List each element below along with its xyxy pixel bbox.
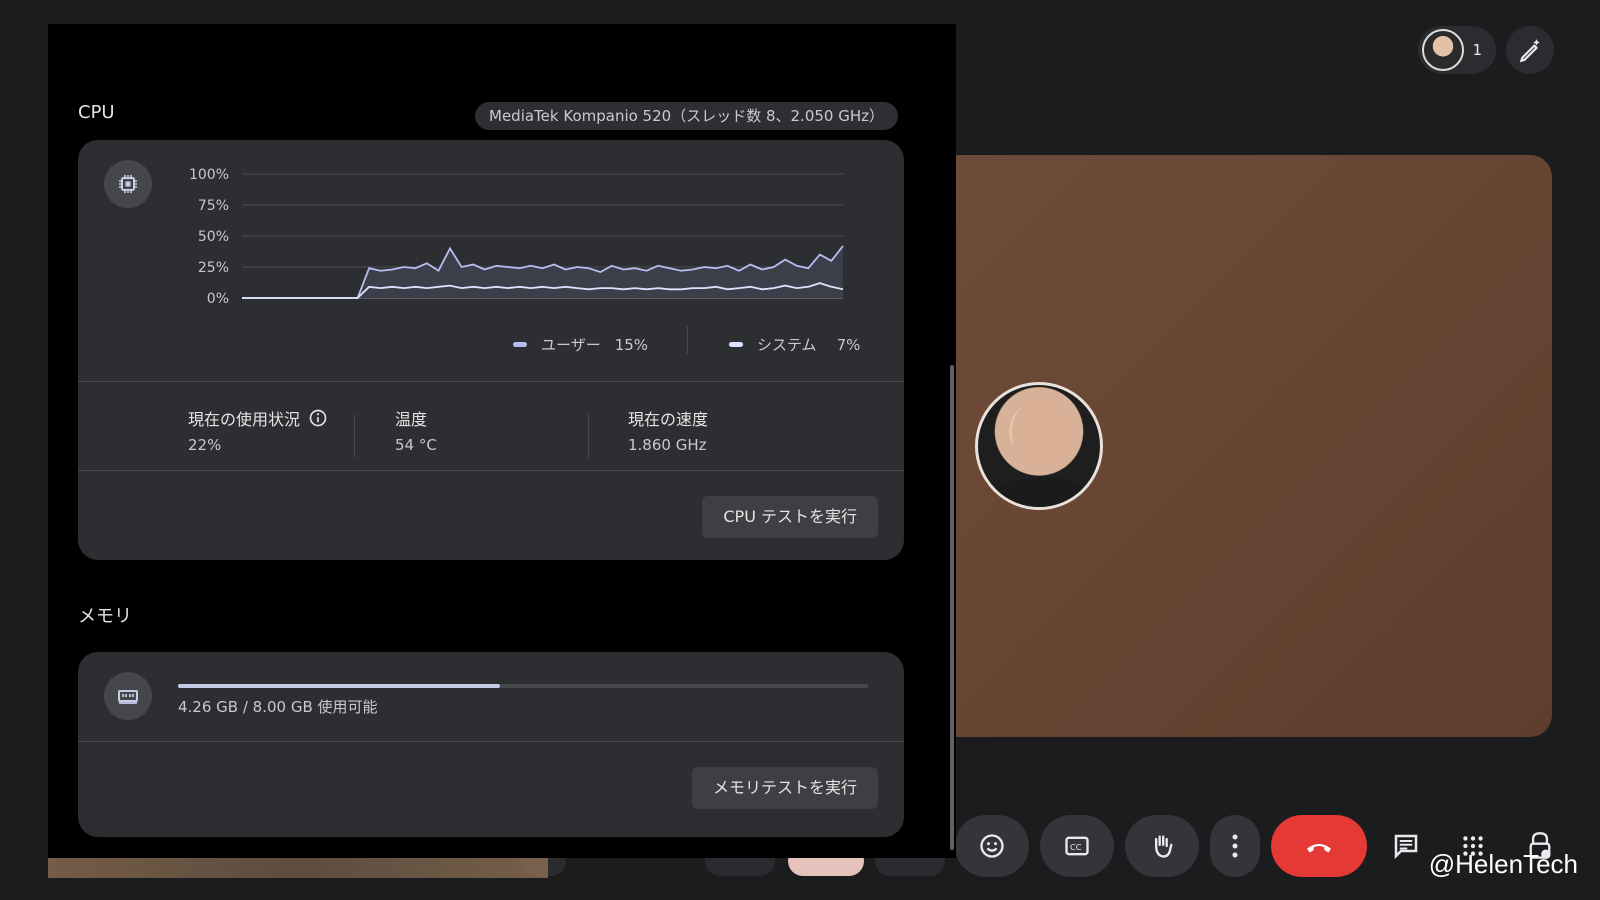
run-cpu-test-button[interactable]: CPU テストを実行 — [702, 496, 878, 538]
participant-avatar — [975, 382, 1103, 510]
memory-section-title: メモリ — [78, 606, 132, 627]
more-vert-icon — [1232, 834, 1238, 858]
chart-y-tick-label: 25% — [198, 260, 229, 276]
memory-chip-icon — [118, 690, 138, 704]
legend-system-value: 7% — [836, 335, 861, 354]
memory-usage-bar-fill — [178, 684, 501, 688]
hang-up-icon — [1307, 844, 1331, 853]
more-options-button[interactable] — [1210, 815, 1260, 877]
stat-temp-label: 温度 — [395, 410, 428, 429]
visual-effects-button[interactable] — [1506, 26, 1554, 74]
hand-icon — [1155, 835, 1173, 858]
stat-speed: 現在の速度 1.860 GHz — [628, 406, 708, 454]
legend-divider — [687, 326, 688, 354]
emoji-icon — [980, 834, 1004, 858]
chart-y-tick-label: 100% — [189, 167, 229, 183]
stat-divider — [354, 414, 355, 458]
participant-mini-avatar — [1422, 29, 1465, 71]
legend-system-label: システム — [757, 336, 817, 354]
chart-y-tick-label: 50% — [198, 229, 229, 245]
chat-icon — [1394, 834, 1418, 860]
legend-system-swatch — [729, 342, 743, 347]
cpu-section-title: CPU — [78, 102, 115, 123]
cpu-card-divider — [78, 470, 904, 471]
legend-user: ユーザー 15% — [513, 334, 648, 355]
participant-count: 1 — [1472, 41, 1482, 59]
legend-user-label: ユーザー — [541, 336, 601, 354]
stat-speed-label: 現在の速度 — [628, 410, 709, 429]
chart-y-tick-label: 0% — [207, 291, 229, 307]
stat-temperature: 温度 54 °C — [395, 406, 437, 454]
magic-pencil-icon — [1519, 39, 1540, 63]
stat-divider — [588, 414, 589, 458]
diagnostics-panel: CPU MediaTek Kompanio 520（スレッド数 8、2.050 … — [48, 24, 956, 858]
chart-y-tick-label: 75% — [198, 198, 229, 214]
participants-button[interactable]: 1 — [1418, 26, 1496, 74]
stat-usage: 現在の使用状況 22% — [188, 406, 328, 454]
leave-call-button[interactable] — [1271, 815, 1367, 877]
legend-user-value: 15% — [614, 335, 649, 354]
self-video-strip — [48, 858, 548, 878]
run-memory-test-button[interactable]: メモリテストを実行 — [691, 767, 878, 809]
stat-usage-value: 22% — [188, 436, 222, 454]
memory-card-divider — [78, 741, 904, 742]
chat-button[interactable] — [1378, 815, 1434, 877]
stat-temp-value: 54 °C — [395, 436, 437, 454]
legend-user-swatch — [513, 342, 527, 347]
closed-captions-icon: CC — [1065, 836, 1089, 856]
raise-hand-button[interactable] — [1125, 815, 1199, 877]
cpu-card-divider — [78, 381, 904, 382]
reactions-button[interactable] — [955, 815, 1029, 877]
chart-user-area — [242, 245, 843, 298]
cpu-card: 100% 75% 50% 25% 0% ユーザー 15% システム 7% 現在の使用状況… — [78, 140, 904, 560]
legend-system: システム 7% — [729, 334, 860, 355]
memory-usage-bar — [178, 684, 868, 688]
memory-usage-text: 4.26 GB / 8.00 GB 使用可能 — [178, 698, 378, 716]
stat-speed-value: 1.860 GHz — [628, 436, 707, 454]
cpu-usage-chart: 100% 75% 50% 25% 0% — [189, 167, 844, 307]
info-icon[interactable] — [308, 408, 328, 428]
memory-card-icon-wrap — [104, 672, 152, 720]
panel-scrollbar[interactable] — [950, 365, 954, 850]
captions-button[interactable]: CC — [1040, 815, 1114, 877]
cpu-model-chip: MediaTek Kompanio 520（スレッド数 8、2.050 GHz） — [475, 102, 898, 130]
stat-usage-label: 現在の使用状況 — [188, 410, 301, 429]
cpu-stats-row: 現在の使用状況 22% 温度 54 °C 現在の速度 1.860 GHz — [78, 402, 904, 470]
svg-text:CC: CC — [1070, 842, 1082, 852]
top-right-controls: 1 — [1418, 26, 1554, 74]
memory-card: 4.26 GB / 8.00 GB 使用可能 メモリテストを実行 — [78, 652, 904, 837]
watermark: @HelenTech — [1428, 849, 1578, 879]
